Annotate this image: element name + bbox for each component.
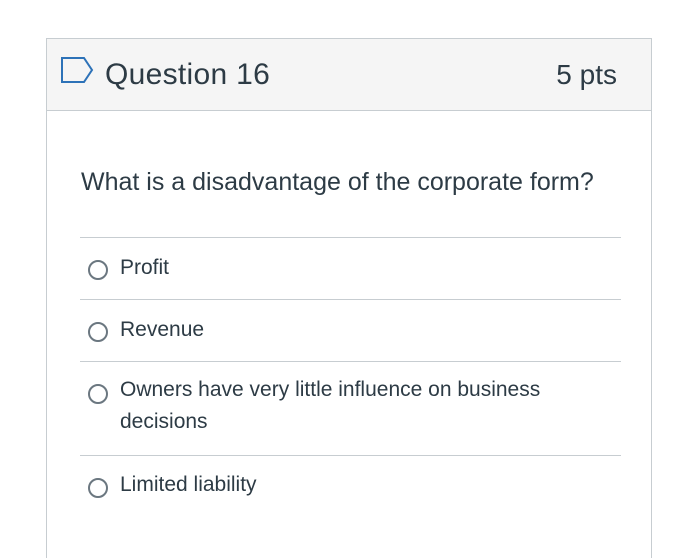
radio-button[interactable] [88,260,108,280]
answer-option[interactable]: Profit [80,237,621,299]
answer-list: Profit Revenue Owners have very little i… [80,237,621,519]
answer-option[interactable]: Limited liability [80,455,621,519]
radio-button[interactable] [88,322,108,342]
answer-label[interactable]: Revenue [120,314,600,346]
answer-option[interactable]: Owners have very little influence on bus… [80,361,621,455]
question-header: Question 16 5 pts [47,39,651,111]
question-title: Question 16 [105,58,271,91]
answer-label[interactable]: Owners have very little influence on bus… [120,374,600,438]
question-points: 5 pts [556,59,617,90]
answer-label[interactable]: Profit [120,252,600,284]
radio-button[interactable] [88,384,108,404]
radio-button[interactable] [88,478,108,498]
answer-option[interactable]: Revenue [80,299,621,361]
question-prompt: What is a disadvantage of the corporate … [81,168,594,196]
answer-label[interactable]: Limited liability [120,469,600,501]
question-card: Question 16 5 pts What is a disadvantage… [46,38,652,558]
flag-icon[interactable] [60,56,94,84]
